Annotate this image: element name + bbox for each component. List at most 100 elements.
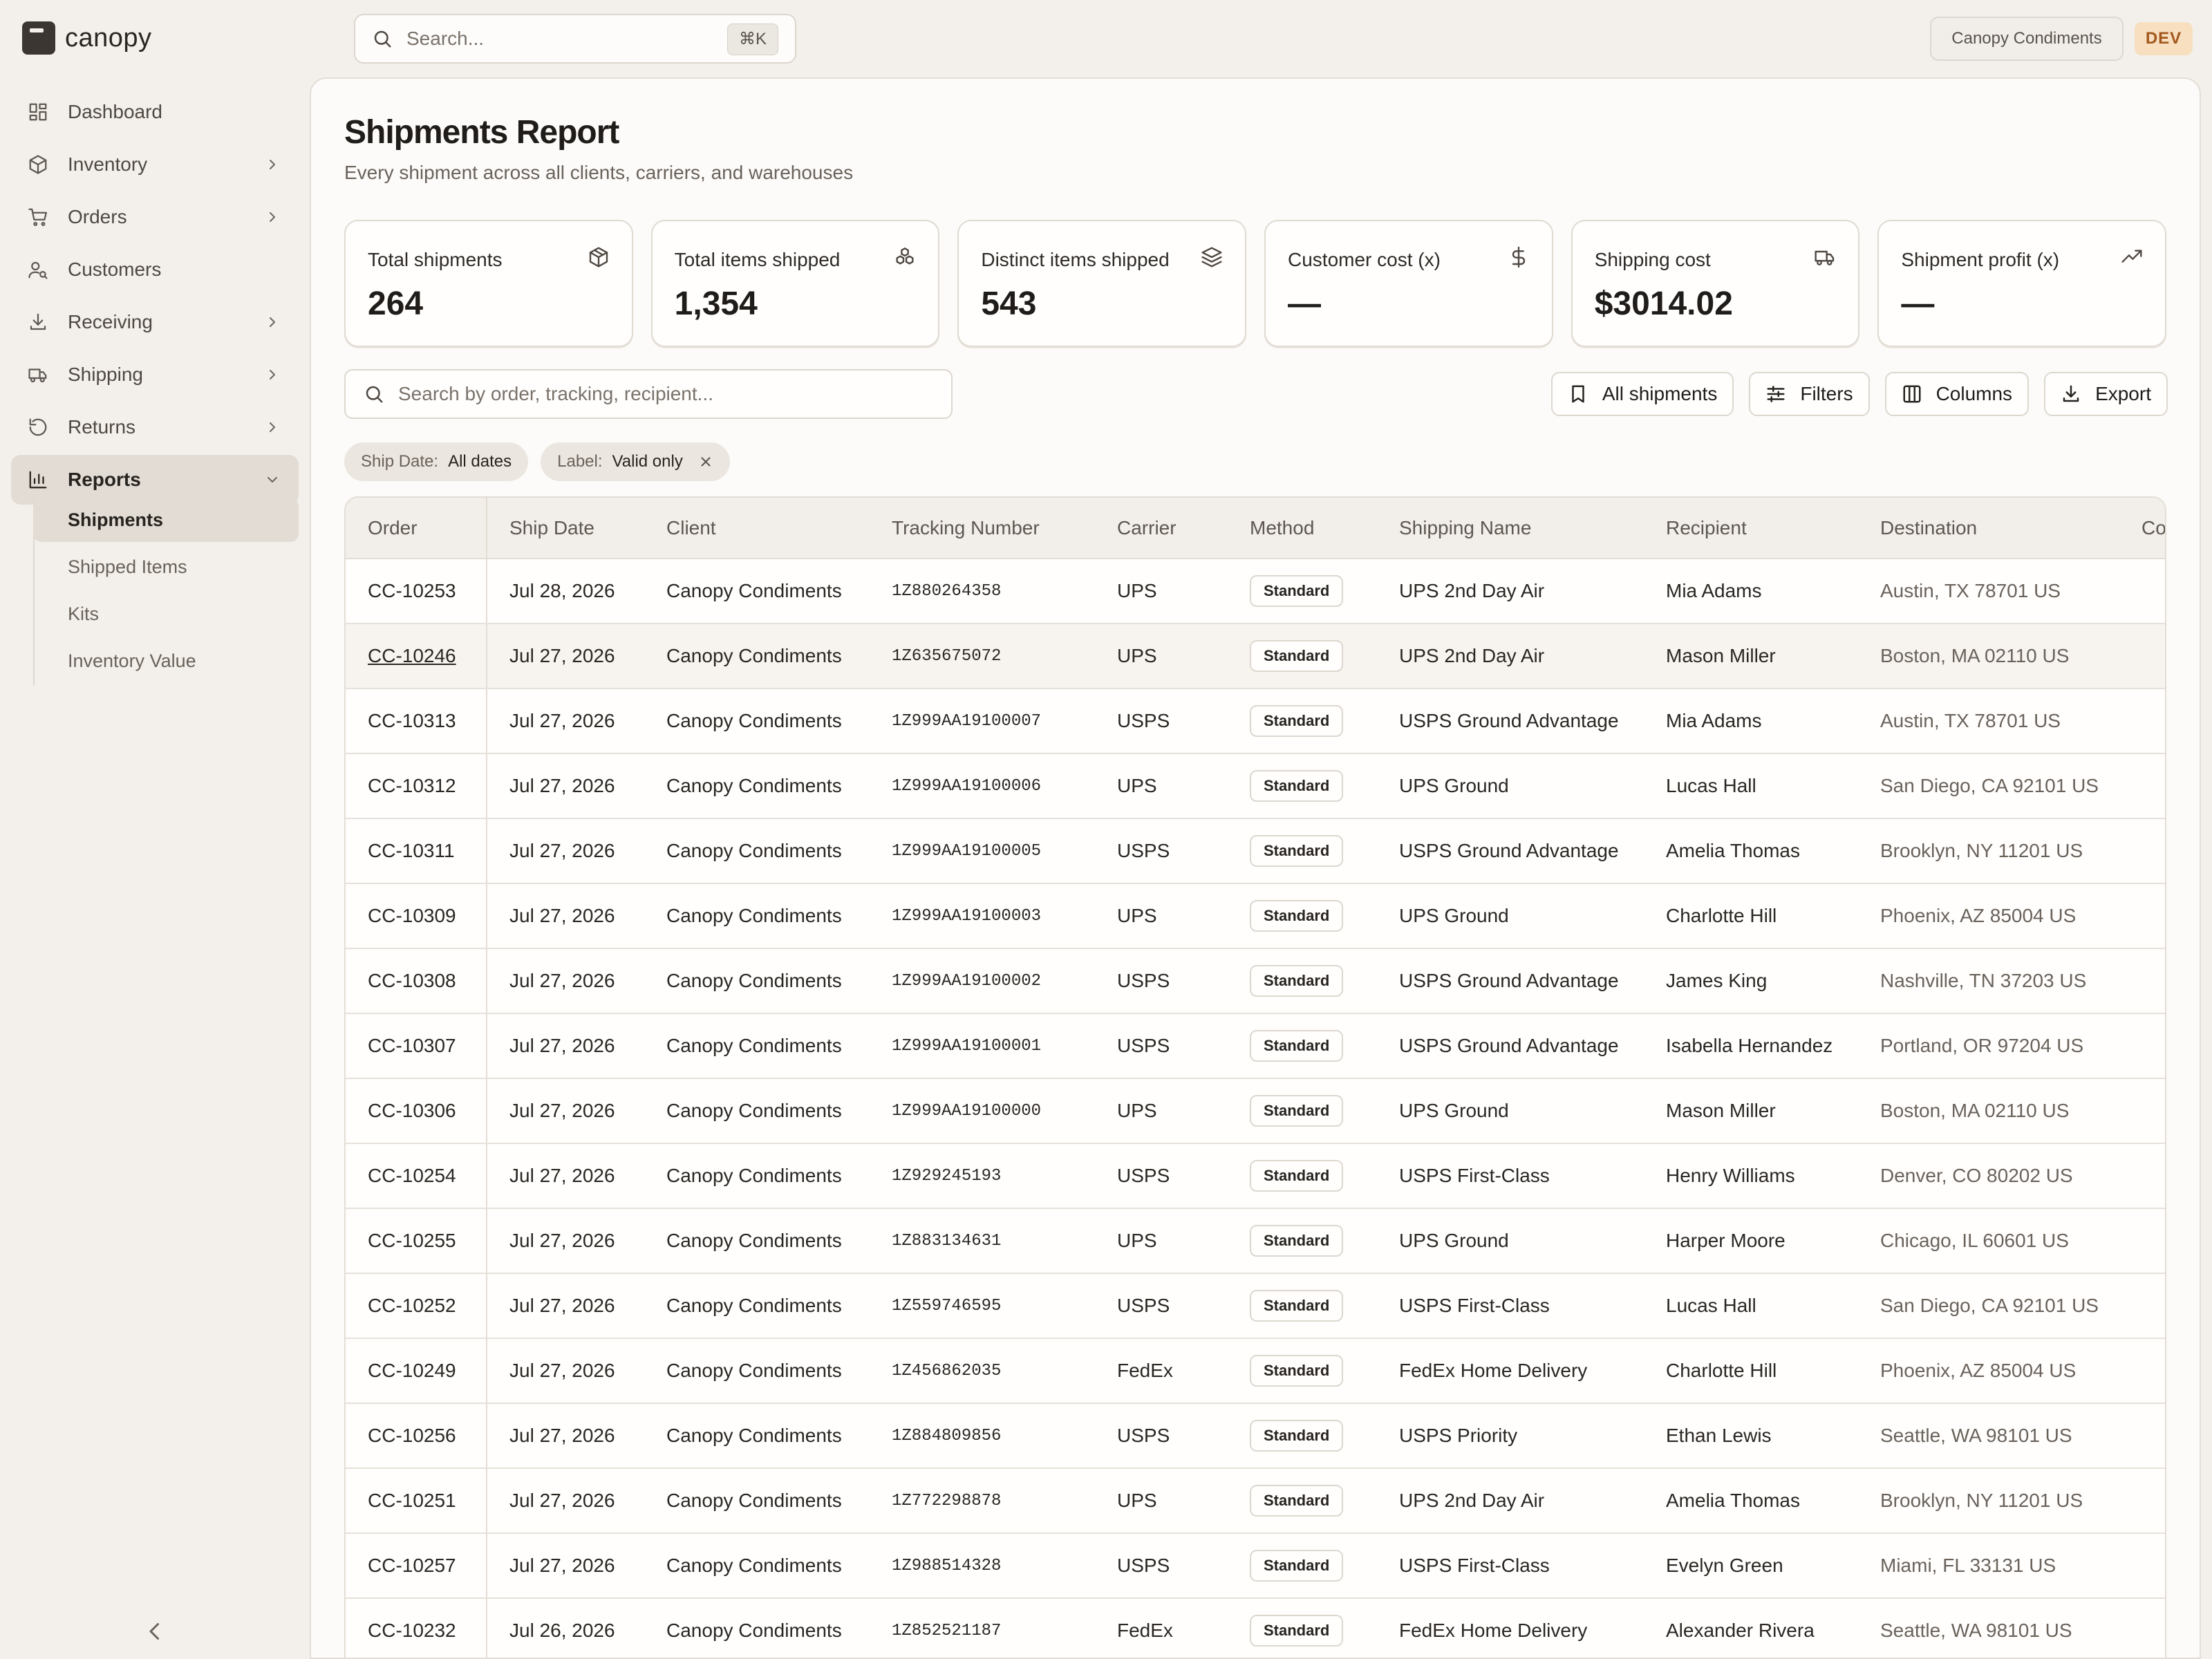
column-header-recipient[interactable]: Recipient [1644,498,1858,559]
cell-order[interactable]: CC-10308 [346,948,487,1014]
table-row[interactable]: CC-10306 Jul 27, 2026 Canopy Condiments 1Z9… [346,1078,2165,1144]
cell-order[interactable]: CC-10312 [346,753,487,819]
search-shortcut-hint: ⌘K [727,24,778,55]
cell-order[interactable]: CC-10254 [346,1143,487,1209]
table-row[interactable]: CC-10254 Jul 27, 2026 Canopy Condiments 1Z9… [346,1143,2165,1209]
column-header-destination[interactable]: Destination [1858,498,2119,559]
order-link[interactable]: CC-10251 [368,1490,456,1511]
subnav-item-kits[interactable]: Kits [51,592,299,636]
chevron-right-icon[interactable] [264,366,281,383]
cell-recipient: Evelyn Green [1644,1533,1858,1599]
close-icon[interactable] [698,454,713,469]
column-header-tracking-number[interactable]: Tracking Number [870,498,1095,559]
cell-order[interactable]: CC-10256 [346,1403,487,1469]
cell-order[interactable]: CC-10252 [346,1273,487,1339]
table-toolbar: All shipments Filters Columns Export [1550,372,2168,416]
order-link[interactable]: CC-10256 [368,1425,456,1446]
global-search[interactable]: ⌘K [354,14,796,64]
chevron-down-icon[interactable] [264,471,281,488]
order-link[interactable]: CC-10253 [368,580,456,601]
order-link[interactable]: CC-10232 [368,1620,456,1641]
table-search-input[interactable] [398,383,937,405]
column-header-ship-date[interactable]: Ship Date [487,498,644,559]
chevron-right-icon[interactable] [264,314,281,330]
table-row[interactable]: CC-10252 Jul 27, 2026 Canopy Condiments 1Z5… [346,1273,2165,1339]
table-row[interactable]: CC-10255 Jul 27, 2026 Canopy Condiments 1Z8… [346,1208,2165,1274]
column-header-client[interactable]: Client [644,498,870,559]
column-header-co[interactable]: Co [2119,498,2165,559]
filter-chip-ship-date[interactable]: Ship Date: All dates [344,442,529,481]
sidebar-item-customers[interactable]: Customers [11,245,299,294]
cell-order[interactable]: CC-10251 [346,1468,487,1534]
order-link[interactable]: CC-10306 [368,1100,456,1121]
filter-chip-label[interactable]: Label: Valid only [541,442,730,481]
shipments-table-container[interactable]: Order Ship Date Client Tracking Number Carri… [344,496,2166,1658]
column-header-order[interactable]: Order [346,498,487,559]
column-header-shipping-name[interactable]: Shipping Name [1377,498,1644,559]
cell-order[interactable]: CC-10253 [346,559,487,624]
cell-order[interactable]: CC-10306 [346,1078,487,1144]
global-search-input[interactable] [406,28,697,50]
chevron-right-icon[interactable] [264,209,281,225]
sidebar-item-receiving[interactable]: Receiving [11,297,299,347]
subnav-item-shipped-items[interactable]: Shipped Items [51,545,299,589]
order-link[interactable]: CC-10313 [368,710,456,731]
table-row[interactable]: CC-10253 Jul 28, 2026 Canopy Condiments 1Z8… [346,559,2165,624]
table-row[interactable]: CC-10309 Jul 27, 2026 Canopy Condiments 1Z9… [346,883,2165,949]
table-row[interactable]: CC-10307 Jul 27, 2026 Canopy Condiments 1Z9… [346,1013,2165,1079]
organization-switcher[interactable]: Canopy Condiments [1930,17,2124,61]
order-link[interactable]: CC-10308 [368,970,456,991]
order-link[interactable]: CC-10257 [368,1555,456,1576]
table-row[interactable]: CC-10232 Jul 26, 2026 Canopy Condiments 1Z8… [346,1598,2165,1658]
cell-date: Jul 27, 2026 [487,1403,644,1469]
table-body: CC-10253 Jul 28, 2026 Canopy Condiments 1Z8… [346,559,2165,1658]
order-link[interactable]: CC-10307 [368,1035,456,1056]
order-link[interactable]: CC-10252 [368,1295,456,1316]
columns-button[interactable]: Columns [1884,372,2030,416]
brand-logo[interactable]: canopy [22,21,152,55]
table-search[interactable] [344,369,953,419]
sidebar-item-dashboard[interactable]: Dashboard [11,87,299,137]
table-row[interactable]: CC-10312 Jul 27, 2026 Canopy Condiments 1Z9… [346,753,2165,819]
chevron-right-icon[interactable] [264,156,281,173]
table-row[interactable]: CC-10308 Jul 27, 2026 Canopy Condiments 1Z9… [346,948,2165,1014]
cell-client: Canopy Condiments [644,818,870,884]
table-row[interactable]: CC-10256 Jul 27, 2026 Canopy Condiments 1Z8… [346,1403,2165,1469]
table-row[interactable]: CC-10249 Jul 27, 2026 Canopy Condiments 1Z4… [346,1338,2165,1404]
table-row[interactable]: CC-10257 Jul 27, 2026 Canopy Condiments 1Z9… [346,1533,2165,1599]
cell-order[interactable]: CC-10311 [346,818,487,884]
sidebar-item-orders[interactable]: Orders [11,192,299,242]
column-header-method[interactable]: Method [1228,498,1377,559]
order-link[interactable]: CC-10309 [368,905,456,926]
cell-order[interactable]: CC-10309 [346,883,487,949]
subnav-item-shipments[interactable]: Shipments [33,498,299,542]
sidebar-item-returns[interactable]: Returns [11,402,299,452]
cell-order[interactable]: CC-10255 [346,1208,487,1274]
cell-order[interactable]: CC-10246 [346,624,487,689]
cell-order[interactable]: CC-10313 [346,688,487,754]
export-button[interactable]: Export [2044,372,2168,416]
collapse-sidebar-chevron-left-icon[interactable] [142,1619,167,1644]
table-row[interactable]: CC-10251 Jul 27, 2026 Canopy Condiments 1Z7… [346,1468,2165,1534]
table-row[interactable]: CC-10311 Jul 27, 2026 Canopy Condiments 1Z9… [346,818,2165,884]
order-link[interactable]: CC-10249 [368,1360,456,1381]
cell-track: 1Z772298878 [870,1468,1095,1534]
cell-order[interactable]: CC-10249 [346,1338,487,1404]
saved-view-button[interactable]: All shipments [1550,372,1734,416]
cell-order[interactable]: CC-10257 [346,1533,487,1599]
table-row[interactable]: CC-10246 Jul 27, 2026 Canopy Condiments 1Z6… [346,624,2165,689]
order-link[interactable]: CC-10246 [368,645,456,666]
chevron-right-icon[interactable] [264,419,281,435]
sidebar-item-inventory[interactable]: Inventory [11,140,299,189]
table-row[interactable]: CC-10313 Jul 27, 2026 Canopy Condiments 1Z9… [346,688,2165,754]
order-link[interactable]: CC-10254 [368,1165,456,1186]
order-link[interactable]: CC-10312 [368,775,456,796]
column-header-carrier[interactable]: Carrier [1095,498,1228,559]
filters-button[interactable]: Filters [1749,372,1870,416]
cell-order[interactable]: CC-10307 [346,1013,487,1079]
subnav-item-inventory-value[interactable]: Inventory Value [51,639,299,683]
order-link[interactable]: CC-10311 [368,840,455,861]
sidebar-item-shipping[interactable]: Shipping [11,350,299,400]
cell-order[interactable]: CC-10232 [346,1598,487,1658]
order-link[interactable]: CC-10255 [368,1230,456,1251]
